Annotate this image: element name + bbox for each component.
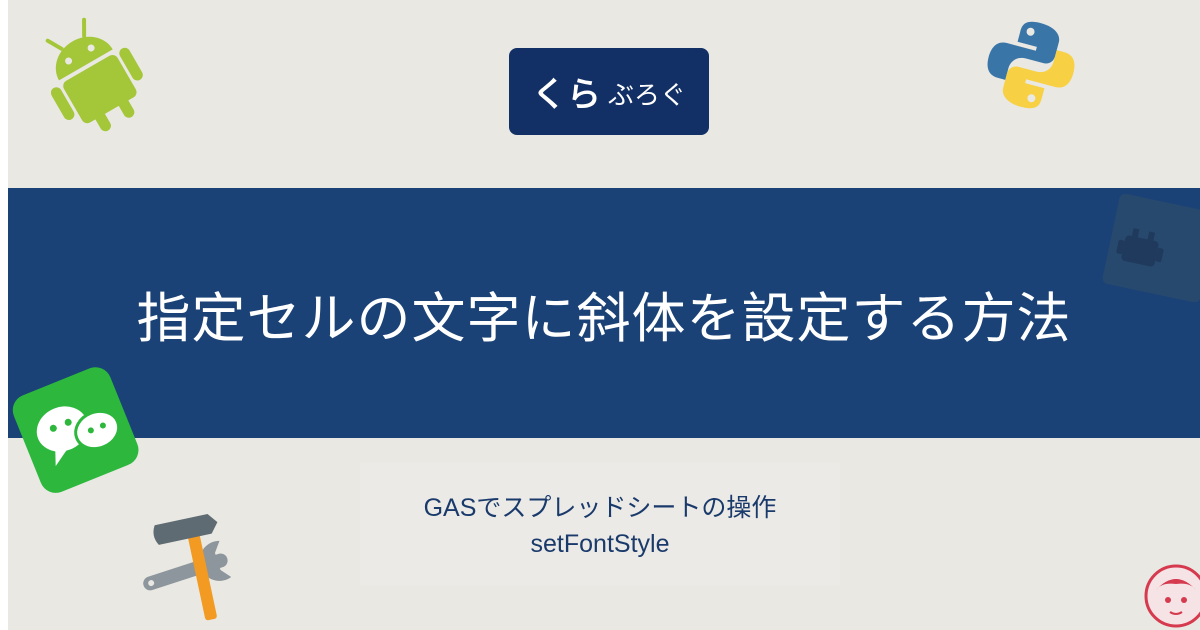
python-icon [987, 21, 1075, 109]
page-title: 指定セルの文字に斜体を設定する方法 [136, 287, 1072, 350]
chat-icon [12, 367, 139, 493]
subtitle-box [360, 462, 840, 586]
logo-text-kura: くら [531, 75, 602, 115]
tools-icon [143, 514, 232, 621]
logo-text-blog: ぶろぐ [607, 81, 686, 111]
title-banner: 指定セルの文字に斜体を設定する方法 [8, 188, 1200, 438]
avatar-icon [1144, 564, 1200, 628]
android-icon [45, 17, 143, 132]
site-logo[interactable]: くら ぶろぐ [509, 48, 709, 135]
